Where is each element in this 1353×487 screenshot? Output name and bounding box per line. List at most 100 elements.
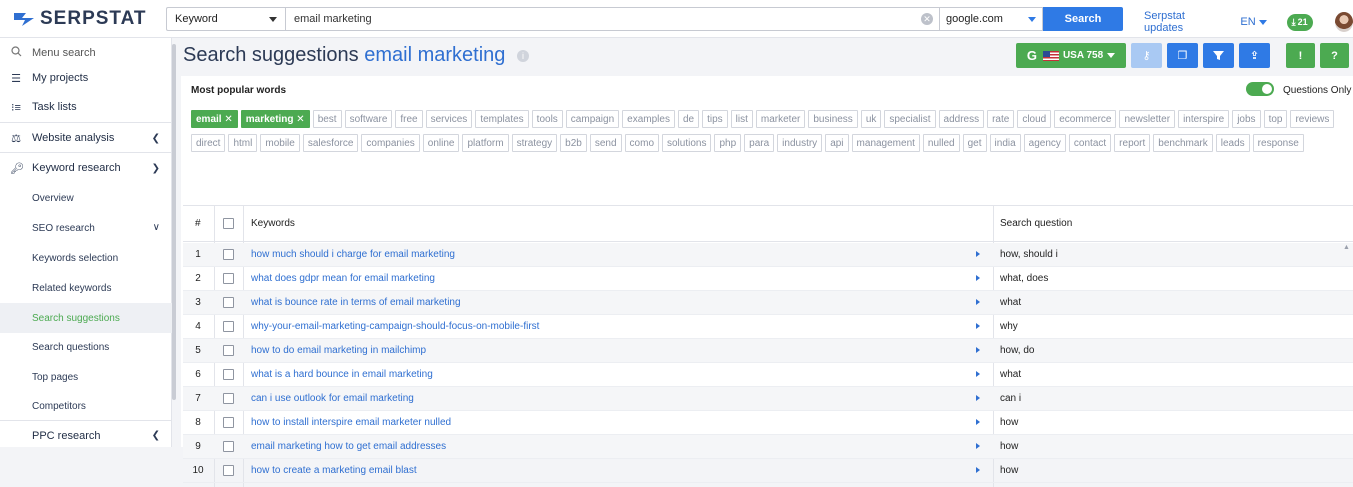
search-type-select[interactable]: Keyword [166,7,285,31]
row-checkbox[interactable] [223,393,234,404]
popular-word-tag[interactable]: report [1114,134,1151,152]
language-select[interactable]: EN [1240,16,1267,28]
popular-word-tag[interactable]: marketer [755,110,806,128]
popular-word-tag[interactable]: ecommerce [1054,110,1117,128]
scroll-up-icon[interactable]: ▲ [1343,244,1350,251]
select-all-checkbox[interactable] [223,218,234,229]
popular-word-tag[interactable]: contact [1068,134,1112,152]
region-select-button[interactable]: G USA 758 [1016,43,1126,68]
popular-word-tag[interactable]: php [714,134,742,152]
expand-arrow-icon[interactable] [976,275,980,281]
sidebar-sub-competitors[interactable]: Competitors [0,391,172,421]
row-checkbox[interactable] [223,345,234,356]
info-icon[interactable]: i [516,49,529,62]
popular-word-tag[interactable]: para [744,134,775,152]
popular-word-tag[interactable]: uk [860,110,882,128]
expand-arrow-icon[interactable] [976,419,980,425]
popular-word-tag[interactable]: tools [531,110,563,128]
copy-button[interactable]: ❐ [1167,43,1198,68]
popular-word-tag[interactable]: cloud [1017,110,1052,128]
expand-arrow-icon[interactable] [976,395,980,401]
popular-word-tag[interactable]: jobs [1232,110,1261,128]
keyword-link[interactable]: how to create a marketing email blast [251,465,417,476]
serpstat-logo[interactable]: SERPSTAT [12,8,147,29]
popular-word-tag[interactable]: top [1263,110,1288,128]
popular-word-tag[interactable]: industry [777,134,823,152]
popular-word-tag[interactable]: agency [1023,134,1066,152]
popular-word-tag[interactable]: html [228,134,258,152]
expand-arrow-icon[interactable] [976,251,980,257]
keyword-link[interactable]: can i use outlook for email marketing [251,393,414,404]
popular-word-tag[interactable]: list [730,110,753,128]
popular-word-tag[interactable]: como [624,134,659,152]
keyword-link[interactable]: how to install interspire email marketer… [251,417,451,428]
export-button[interactable]: ⇪ [1239,43,1270,68]
popular-word-tag[interactable]: interspire [1178,110,1230,128]
sidebar-sub-related-keywords[interactable]: Related keywords [0,273,172,303]
popular-word-tag[interactable]: mobile [260,134,300,152]
row-checkbox[interactable] [223,369,234,380]
expand-arrow-icon[interactable] [976,299,980,305]
popular-word-tag[interactable]: best [312,110,342,128]
keyword-link[interactable]: what does gdpr mean for email marketing [251,273,435,284]
filter-button[interactable] [1203,43,1234,68]
downloads-badge[interactable]: ⤓ 21 [1286,13,1313,31]
popular-word-tag[interactable]: examples [622,110,675,128]
keyword-link[interactable]: why-your-email-marketing-campaign-should… [251,321,539,332]
popular-word-tag[interactable]: send [589,134,622,152]
popular-word-tag[interactable]: benchmark [1153,134,1213,152]
popular-word-tag[interactable]: tips [702,110,728,128]
selected-word-tag[interactable]: marketing ✕ [240,110,310,128]
avatar[interactable] [1334,12,1353,32]
sidebar-sub-search-suggestions[interactable]: Search suggestions [0,303,172,333]
keyword-link[interactable]: how to do email marketing in mailchimp [251,345,426,356]
popular-word-tag[interactable]: specialist [884,110,936,128]
popular-word-tag[interactable]: leads [1215,134,1250,152]
popular-word-tag[interactable]: api [825,134,849,152]
help-button[interactable]: ? [1320,43,1349,68]
sidebar-scrollbar[interactable] [172,44,176,400]
popular-word-tag[interactable]: software [344,110,393,128]
expand-arrow-icon[interactable] [976,443,980,449]
row-checkbox[interactable] [223,297,234,308]
search-button[interactable]: Search [1043,7,1123,31]
col-question-header[interactable]: Search question [1000,218,1072,229]
expand-arrow-icon[interactable] [976,371,980,377]
popular-word-tag[interactable]: strategy [511,134,558,152]
serpstat-updates-link[interactable]: Serpstat updates [1144,10,1220,34]
popular-word-tag[interactable]: direct [191,134,226,152]
popular-word-tag[interactable]: de [677,110,700,128]
popular-word-tag[interactable]: companies [361,134,420,152]
keyword-link[interactable]: what is a hard bounce in email marketing [251,369,433,380]
popular-word-tag[interactable]: business [808,110,858,128]
key-settings-button[interactable]: ⚷ [1131,43,1162,68]
popular-word-tag[interactable]: salesforce [302,134,359,152]
popular-word-tag[interactable]: rate [987,110,1015,128]
popular-word-tag[interactable]: b2b [560,134,587,152]
report-issue-button[interactable]: ! [1286,43,1315,68]
popular-word-tag[interactable]: address [938,110,985,128]
keyword-link[interactable]: what is bounce rate in terms of email ma… [251,297,461,308]
database-select[interactable]: google.com [940,7,1043,31]
selected-word-tag[interactable]: email ✕ [191,110,238,128]
popular-word-tag[interactable]: management [851,134,920,152]
expand-arrow-icon[interactable] [976,347,980,353]
popular-word-tag[interactable]: response [1252,134,1304,152]
row-checkbox[interactable] [223,249,234,260]
popular-word-tag[interactable]: get [962,134,987,152]
questions-only-toggle[interactable] [1246,82,1274,96]
expand-arrow-icon[interactable] [976,467,980,473]
sidebar-sub-keywords-selection[interactable]: Keywords selection [0,243,172,273]
clear-icon[interactable]: ✕ [921,13,933,25]
sidebar-item-keyword-research[interactable]: 🔑︎ Keyword research ❯ [0,153,172,183]
popular-word-tag[interactable]: nulled [922,134,960,152]
query-input[interactable] [294,8,914,30]
sidebar-item-website-analysis[interactable]: ⚖ Website analysis ❮ [0,123,172,153]
expand-arrow-icon[interactable] [976,323,980,329]
col-keywords-header[interactable]: Keywords [251,218,295,229]
popular-word-tag[interactable]: templates [475,110,529,128]
popular-word-tag[interactable]: campaign [565,110,620,128]
sidebar-sub-top-pages[interactable]: Top pages [0,362,172,392]
sidebar-sub-search-questions[interactable]: Search questions [0,332,172,362]
popular-word-tag[interactable]: newsletter [1119,110,1176,128]
